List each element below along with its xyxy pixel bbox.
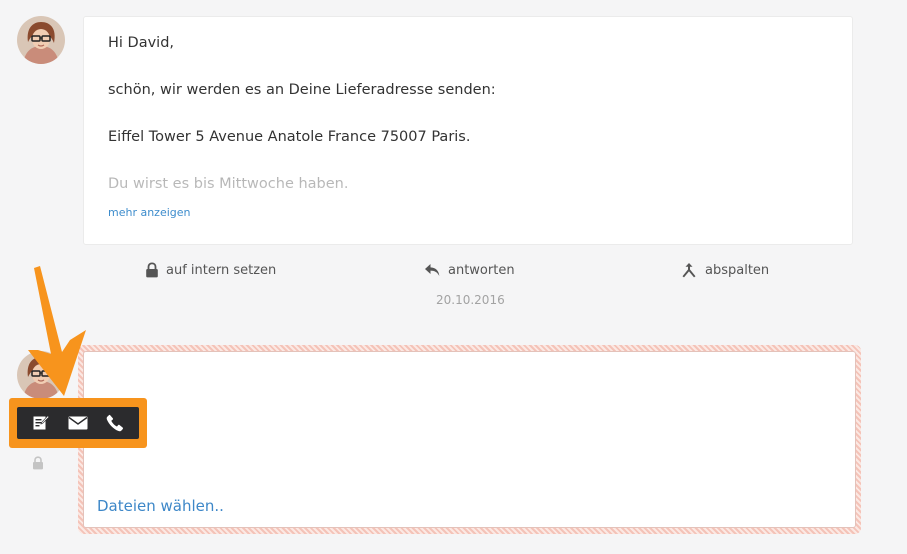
reply-button[interactable]: antworten <box>424 259 515 281</box>
composer-box: Dateien wählen.. <box>83 351 856 528</box>
email-type-button[interactable] <box>64 409 92 437</box>
message-line: Eiffel Tower 5 Avenue Anatole France 750… <box>108 129 471 145</box>
split-icon <box>682 263 696 278</box>
phone-type-button[interactable] <box>101 409 129 437</box>
message-bubble: Hi David, schön, wir werden es an Deine … <box>83 16 853 245</box>
email-icon <box>68 416 88 430</box>
message-timestamp: 20.10.2016 <box>436 293 505 307</box>
avatar[interactable] <box>17 351 65 399</box>
message-line: Du wirst es bis Mittwoche haben. <box>108 176 349 192</box>
article-type-buttons <box>17 407 139 439</box>
split-label: abspalten <box>705 262 770 278</box>
show-more-link[interactable]: mehr anzeigen <box>108 206 191 219</box>
lock-icon <box>146 262 158 278</box>
article-type-switcher <box>9 398 147 448</box>
split-button[interactable]: abspalten <box>680 259 769 281</box>
file-chooser-link[interactable]: Dateien wählen.. <box>97 497 224 515</box>
reply-label: antworten <box>448 262 515 278</box>
lock-icon <box>33 456 43 470</box>
reply-icon <box>425 264 440 276</box>
internal-lock-toggle[interactable] <box>32 455 44 474</box>
phone-icon <box>106 414 123 432</box>
note-type-button[interactable] <box>27 409 55 437</box>
note-icon <box>33 415 50 430</box>
set-internal-button[interactable]: auf intern setzen <box>145 259 276 281</box>
article-body-input[interactable] <box>84 352 855 482</box>
avatar[interactable] <box>17 16 65 64</box>
message-greeting: Hi David, <box>108 35 175 51</box>
set-internal-label: auf intern setzen <box>166 262 277 278</box>
message-line: schön, wir werden es an Deine Lieferadre… <box>108 82 496 98</box>
article-composer: Dateien wählen.. <box>78 345 861 534</box>
